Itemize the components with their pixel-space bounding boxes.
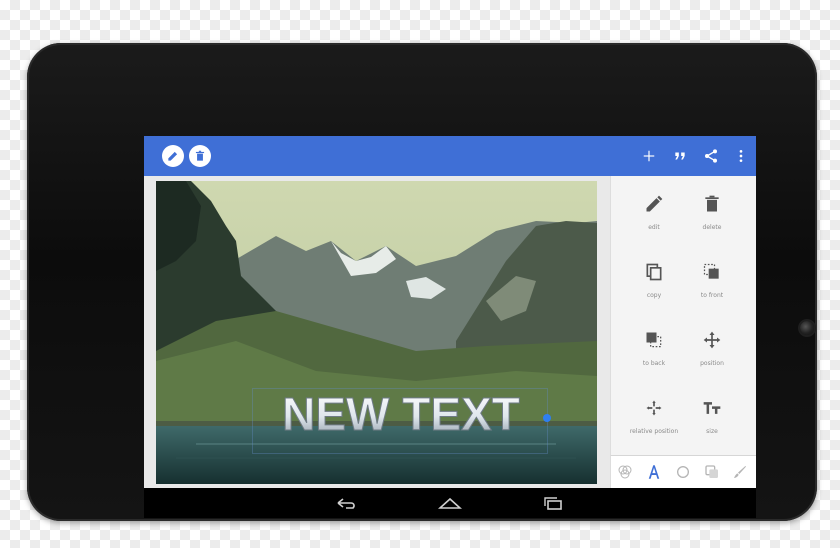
tool-label: edit: [648, 224, 660, 231]
app-bar: [144, 136, 756, 176]
system-nav-bar: [144, 488, 756, 518]
overflow-menu-button[interactable]: [731, 146, 751, 166]
recent-apps-button[interactable]: [541, 495, 565, 511]
shadow-layers-icon: [705, 465, 718, 478]
tool-label: delete: [702, 224, 722, 231]
tool-copy[interactable]: copy: [625, 254, 683, 316]
copy-icon: [646, 263, 662, 281]
tab-color[interactable]: [616, 463, 634, 481]
tablet-device: NEW TEXT edit delete copy to front to ba…: [27, 43, 817, 521]
share-button[interactable]: [701, 146, 721, 166]
tablet-screen: NEW TEXT edit delete copy to front to ba…: [144, 136, 756, 518]
tool-label: position: [700, 360, 724, 367]
tool-size[interactable]: size: [683, 390, 741, 452]
share-icon: [705, 149, 717, 163]
add-icon: [643, 150, 655, 162]
bring-to-front-icon: [703, 263, 719, 279]
tab-outline[interactable]: [674, 463, 692, 481]
edit-circle-button[interactable]: [162, 145, 184, 167]
trash-icon: [195, 150, 205, 161]
overflow-menu-icon: [739, 150, 743, 162]
tool-to-front[interactable]: to front: [683, 254, 741, 316]
tool-delete[interactable]: delete: [683, 186, 741, 248]
back-button[interactable]: [334, 495, 358, 511]
photo-canvas[interactable]: NEW TEXT: [156, 181, 597, 484]
tool-to-back[interactable]: to back: [625, 322, 683, 384]
recent-apps-icon: [544, 497, 562, 510]
tool-label: size: [706, 428, 718, 435]
style-tabs: [610, 455, 756, 489]
tab-font[interactable]: [645, 463, 663, 481]
tool-position[interactable]: position: [683, 322, 741, 384]
tab-shadow[interactable]: [703, 463, 721, 481]
font-a-icon: [648, 465, 660, 479]
tool-edit[interactable]: edit: [625, 186, 683, 248]
resize-handle[interactable]: [543, 414, 551, 422]
tablet-camera: [800, 321, 814, 335]
tool-label: to back: [642, 360, 666, 367]
delete-circle-button[interactable]: [189, 145, 211, 167]
add-button[interactable]: [639, 146, 659, 166]
overlay-text-layer[interactable]: NEW TEXT: [254, 384, 549, 446]
move-arrows-icon: [703, 331, 721, 349]
home-button[interactable]: [437, 495, 463, 511]
editor-content: NEW TEXT edit delete copy to front to ba…: [144, 176, 756, 489]
relative-position-icon: [646, 400, 662, 416]
back-icon: [337, 498, 355, 509]
tool-label: relative position: [629, 428, 679, 435]
overlay-text: NEW TEXT: [282, 388, 520, 440]
tool-label: copy: [646, 292, 662, 299]
quote-icon: [675, 152, 685, 160]
trash-icon: [705, 195, 719, 212]
outline-circle-icon: [677, 466, 689, 478]
quote-button[interactable]: [670, 146, 690, 166]
pencil-icon: [646, 195, 663, 212]
tool-label: to front: [700, 292, 724, 299]
color-palette-icon: [618, 465, 632, 479]
tab-brush[interactable]: [731, 463, 749, 481]
tool-relative-position[interactable]: relative position: [625, 390, 683, 452]
brush-icon: [734, 466, 746, 478]
home-icon: [437, 497, 463, 509]
send-to-back-icon: [646, 332, 662, 348]
text-size-icon: [703, 402, 721, 414]
pencil-icon: [168, 151, 178, 161]
tools-sidebar: edit delete copy to front to back positi…: [610, 176, 756, 488]
